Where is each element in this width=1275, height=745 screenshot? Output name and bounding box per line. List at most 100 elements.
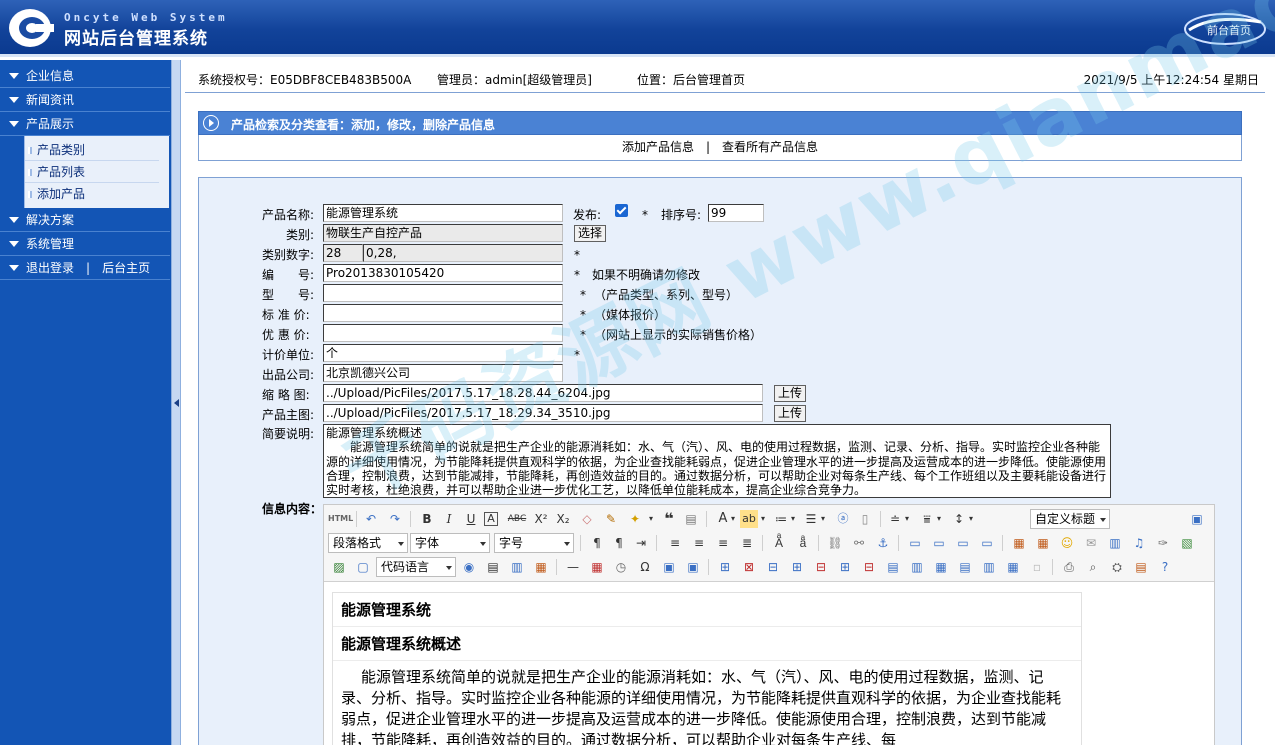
font-size-select[interactable]: 字号 [494, 533, 574, 553]
time-icon[interactable]: ◷ [612, 558, 630, 576]
dropdown-arrow-icon[interactable]: ▾ [730, 510, 736, 528]
print-icon[interactable]: ⎙ [1060, 558, 1078, 576]
sidebar-item-news[interactable]: 新闻资讯 [0, 88, 170, 112]
page-break-icon[interactable]: ▤ [484, 558, 502, 576]
standard-price-input[interactable] [323, 304, 563, 322]
date-icon[interactable]: ▦ [588, 558, 606, 576]
line-height-icon[interactable]: ↕ [950, 510, 968, 528]
category-input[interactable]: 物联生产自控产品 [323, 224, 563, 242]
preview-icon[interactable]: ⌕ [1084, 558, 1102, 576]
template-icon[interactable]: ▥ [508, 558, 526, 576]
music-icon[interactable]: ♫ [1130, 534, 1148, 552]
unlink-icon[interactable]: ⚯ [850, 534, 868, 552]
main-image-input[interactable]: ../Upload/PicFiles/2017.5.17_18.29.34_35… [323, 404, 763, 422]
dropdown-arrow-icon[interactable]: ▾ [820, 510, 826, 528]
insert-paragraph-before-table-icon[interactable]: ⊟ [764, 558, 782, 576]
sidebar-item-products[interactable]: 产品展示 [0, 112, 170, 136]
row-spacing-top-icon[interactable]: ≐ [886, 510, 904, 528]
scrawl-icon[interactable]: ✉ [1082, 534, 1100, 552]
merge-down-icon[interactable]: ▦ [932, 558, 950, 576]
indent-icon[interactable]: ⇥ [632, 534, 650, 552]
uppercase-icon[interactable]: Aͣ [770, 534, 788, 552]
insert-video-icon[interactable]: ▥ [1106, 534, 1124, 552]
image-right-icon[interactable]: ▭ [954, 534, 972, 552]
sidebar-item-solutions[interactable]: 解决方案 [0, 208, 170, 232]
eraser-icon[interactable]: ◇ [578, 510, 596, 528]
select-category-button[interactable]: 选择 [574, 225, 607, 242]
all-products-link[interactable]: 查看所有产品信息 [722, 140, 818, 154]
upload-thumbnail-button[interactable]: 上传 [774, 385, 807, 402]
superscript-icon[interactable]: X² [532, 510, 550, 528]
image-left-icon[interactable]: ▭ [930, 534, 948, 552]
insert-frame-icon[interactable]: ▢ [354, 558, 372, 576]
dropdown-arrow-icon[interactable]: ▾ [968, 510, 974, 528]
dropdown-arrow-icon[interactable]: ▾ [648, 510, 654, 528]
horizontal-rule-icon[interactable]: — [564, 558, 582, 576]
dropdown-arrow-icon[interactable]: ▾ [760, 510, 766, 528]
search-replace-icon[interactable]: ⛭ [1108, 558, 1126, 576]
align-left-icon[interactable]: ≡ [666, 534, 684, 552]
background-icon[interactable]: ▦ [532, 558, 550, 576]
gmap-icon[interactable]: ▨ [330, 558, 348, 576]
insert-table-icon[interactable]: ⊞ [716, 558, 734, 576]
clear-doc-icon[interactable]: ▯ [856, 510, 874, 528]
unordered-list-icon[interactable]: ☰ [802, 510, 820, 528]
help-icon[interactable]: ? [1156, 558, 1174, 576]
sale-price-input[interactable] [323, 324, 563, 342]
multi-image-icon[interactable]: ▦ [1034, 534, 1052, 552]
logout-link[interactable]: 退出登录 [26, 261, 74, 275]
drafts-icon[interactable]: ▤ [1132, 558, 1150, 576]
back-home-link[interactable]: 后台主页 [102, 261, 150, 275]
merge-cells-icon[interactable]: ▤ [884, 558, 902, 576]
strikethrough-icon[interactable]: ABC [506, 510, 528, 528]
ordered-list-icon[interactable]: ≔ [772, 510, 790, 528]
sidebar-item-company[interactable]: 企业信息 [0, 64, 170, 88]
web-app-icon[interactable]: ◉ [460, 558, 478, 576]
html-source-icon[interactable]: HTML [328, 510, 353, 528]
paragraph-format-select[interactable]: 段落格式 [328, 533, 408, 553]
company-input[interactable]: 北京凯德兴公司 [323, 364, 563, 382]
category-path-input[interactable]: 0,28, [363, 244, 563, 262]
summary-textarea[interactable]: 能源管理系统概述 能源管理系统简单的说就是把生产企业的能源消耗如：水、气（汽）、… [323, 424, 1111, 498]
format-painter-icon[interactable]: ✎ [602, 510, 620, 528]
code-language-select[interactable]: 代码语言 [376, 557, 456, 577]
editor-content[interactable]: 能源管理系统 能源管理系统概述 能源管理系统简单的说就是把生产企业的能源消耗如：… [332, 592, 1082, 745]
auto-format-icon[interactable]: ✦ [626, 510, 644, 528]
subscript-icon[interactable]: X₂ [554, 510, 572, 528]
custom-heading-select[interactable]: 自定义标题 [1030, 509, 1110, 529]
sidebar-item-system[interactable]: 系统管理 [0, 232, 170, 256]
submenu-item-product-list[interactable]: 产品列表 [25, 161, 159, 183]
split-cols-icon[interactable]: ▦ [1004, 558, 1022, 576]
align-center-icon[interactable]: ≡ [690, 534, 708, 552]
emotion-icon[interactable]: ☺ [1058, 534, 1076, 552]
dropdown-arrow-icon[interactable]: ▾ [904, 510, 910, 528]
insert-col-icon[interactable]: ⊞ [836, 558, 854, 576]
special-chars-icon[interactable]: Ω [636, 558, 654, 576]
dropdown-arrow-icon[interactable]: ▾ [936, 510, 942, 528]
submenu-item-product-category[interactable]: 产品类别 [25, 139, 159, 161]
table-props-icon[interactable]: ▫ [1028, 558, 1046, 576]
bold-icon[interactable]: B [418, 510, 436, 528]
align-right-icon[interactable]: ≡ [714, 534, 732, 552]
underline-icon[interactable]: U [462, 510, 480, 528]
merge-right-icon[interactable]: ▥ [908, 558, 926, 576]
delete-col-icon[interactable]: ⊟ [860, 558, 878, 576]
split-cells-icon[interactable]: ▤ [956, 558, 974, 576]
lowercase-icon[interactable]: aͣ [794, 534, 812, 552]
ltr-icon[interactable]: ¶ [588, 534, 606, 552]
anchor-icon[interactable]: ⚓ [874, 534, 892, 552]
redo-icon[interactable]: ↷ [386, 510, 404, 528]
image-none-icon[interactable]: ▭ [906, 534, 924, 552]
unit-input[interactable]: 个 [323, 344, 563, 362]
front-home-link[interactable]: 前台首页 [1207, 22, 1251, 38]
snapscreen-icon[interactable]: ▣ [660, 558, 678, 576]
map-icon[interactable]: ▧ [1178, 534, 1196, 552]
delete-row-icon[interactable]: ⊟ [812, 558, 830, 576]
split-rows-icon[interactable]: ▥ [980, 558, 998, 576]
thumbnail-input[interactable]: ../Upload/PicFiles/2017.5.17_18.28.44_62… [323, 384, 763, 402]
paste-text-icon[interactable]: ▤ [682, 510, 700, 528]
insert-row-icon[interactable]: ⊞ [788, 558, 806, 576]
image-center-icon[interactable]: ▭ [978, 534, 996, 552]
font-family-select[interactable]: 字体 [410, 533, 490, 553]
insert-image-icon[interactable]: ▦ [1010, 534, 1028, 552]
